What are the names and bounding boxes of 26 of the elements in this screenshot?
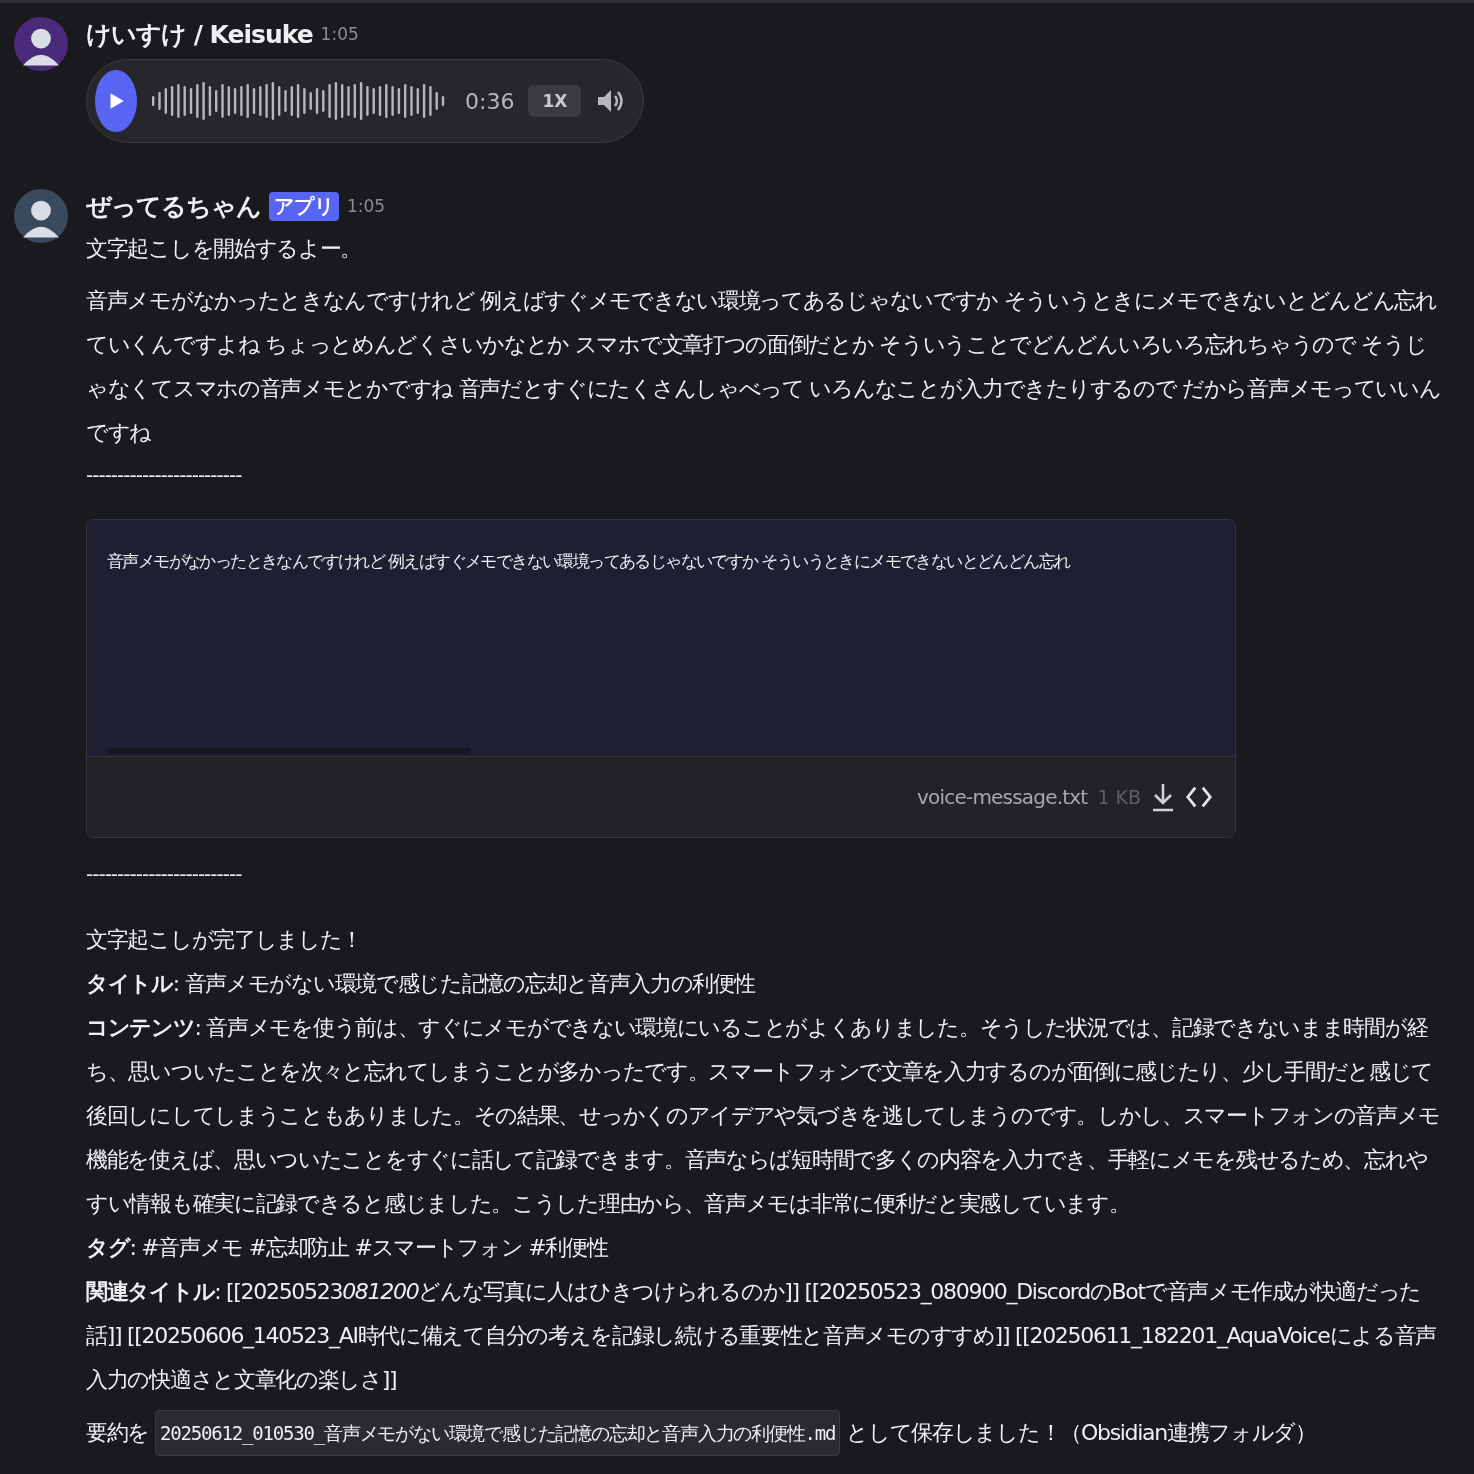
summary-field: コンテンツ: 音声メモを使う前は、すぐにメモができない環境にいることがよくありました。そうした状況では、記録できないまま時間が経ち、思いついたことを次々と忘れてしまうことが多かったです。スマートフォンで文章を入力するのが面倒に感じたり、少し手間だと感じて後回しにしてしまうこともありました。その結果、せっかくのアイデアや気づきを逃してしまうのです。しかし、スマートフォンの音声メモ機能を使えば、思いついたことをすぐに話して記録できます。音声ならば短時間で多くの内容を入力でき、手軽にメモを残せるため、忘れやすい情報も確実に記録できると感じました。こうした理由から、音声メモは非常に便利だと実感しています。 <box>86 1006 1444 1226</box>
file-path-code: 20250612_010530_音声メモがない環境で感じた記憶の忘却と音声入力の利便性.md <box>155 1410 841 1456</box>
summary-field: タイトル: 音声メモがない環境で感じた記憶の忘却と音声入力の利便性 <box>86 962 1444 1006</box>
summary-field: タグ: #音声メモ #忘却防止 #スマートフォン #利便性 <box>86 1226 1444 1270</box>
file-preview-text: 音声メモがなかったときなんですけれど 例えばすぐメモできない環境ってあるじゃないですか そういうときにメモできないとどんどん忘れ <box>107 550 1071 573</box>
download-icon[interactable] <box>1151 782 1175 812</box>
file-name[interactable]: voice-message.txt <box>917 785 1088 809</box>
timestamp: 1:05 <box>347 196 386 216</box>
transcript-text: 音声メモがなかったときなんですけれど 例えばすぐメモできない環境ってあるじゃないですか そういうときにメモできないとどんどん忘れていくんですよね ちょっとめんどくさいかなとか スマホで文章打つの面倒だとか そういうことでどんどんいろいろ忘れちゃうので そうじゃなくてスマホの音声メモとかですね 音声だとすぐにたくさんしゃべって いろんなことが入力できたりするので だから音声メモっていいんですね <box>86 287 1442 447</box>
saved-message: として保存しました！（Obsidian連携フォルダ） <box>846 1419 1316 1447</box>
speed-button[interactable]: 1X <box>528 85 582 117</box>
saved-prefix: 要約を <box>86 1419 150 1447</box>
play-button[interactable] <box>95 70 137 132</box>
author-name[interactable]: けいすけ / Keisuke <box>86 17 313 51</box>
user-avatar[interactable] <box>14 189 68 243</box>
app-tag: アプリ <box>269 191 339 221</box>
separator-text: ------------------------- <box>86 462 243 489</box>
file-size: 1 KB <box>1097 786 1141 808</box>
summary-field: 関連タイトル: [[20250523081200どんな写真に人はひきつけられるのか]] [[20250523_080900_DiscordのBotで音声メモ作成が快適だった話]] [[20250606_140523_AI時代に備えて自分の考えを記録し続ける重要性と音声メモのすすめ]] [[20250611_182201_AquaVoiceによる音声入力の快適さと文章化の楽しさ]] <box>86 1270 1444 1402</box>
message-text: 文字起こしが完了しました！ <box>86 926 364 954</box>
author-name[interactable]: ぜってるちゃん <box>86 189 261 223</box>
duration: 0:36 <box>465 88 515 114</box>
user-avatar[interactable] <box>14 17 68 71</box>
message-text: 文字起こしを開始するよー。 <box>86 235 363 263</box>
timestamp: 1:05 <box>320 24 359 44</box>
separator-text: ------------------------- <box>86 861 243 888</box>
